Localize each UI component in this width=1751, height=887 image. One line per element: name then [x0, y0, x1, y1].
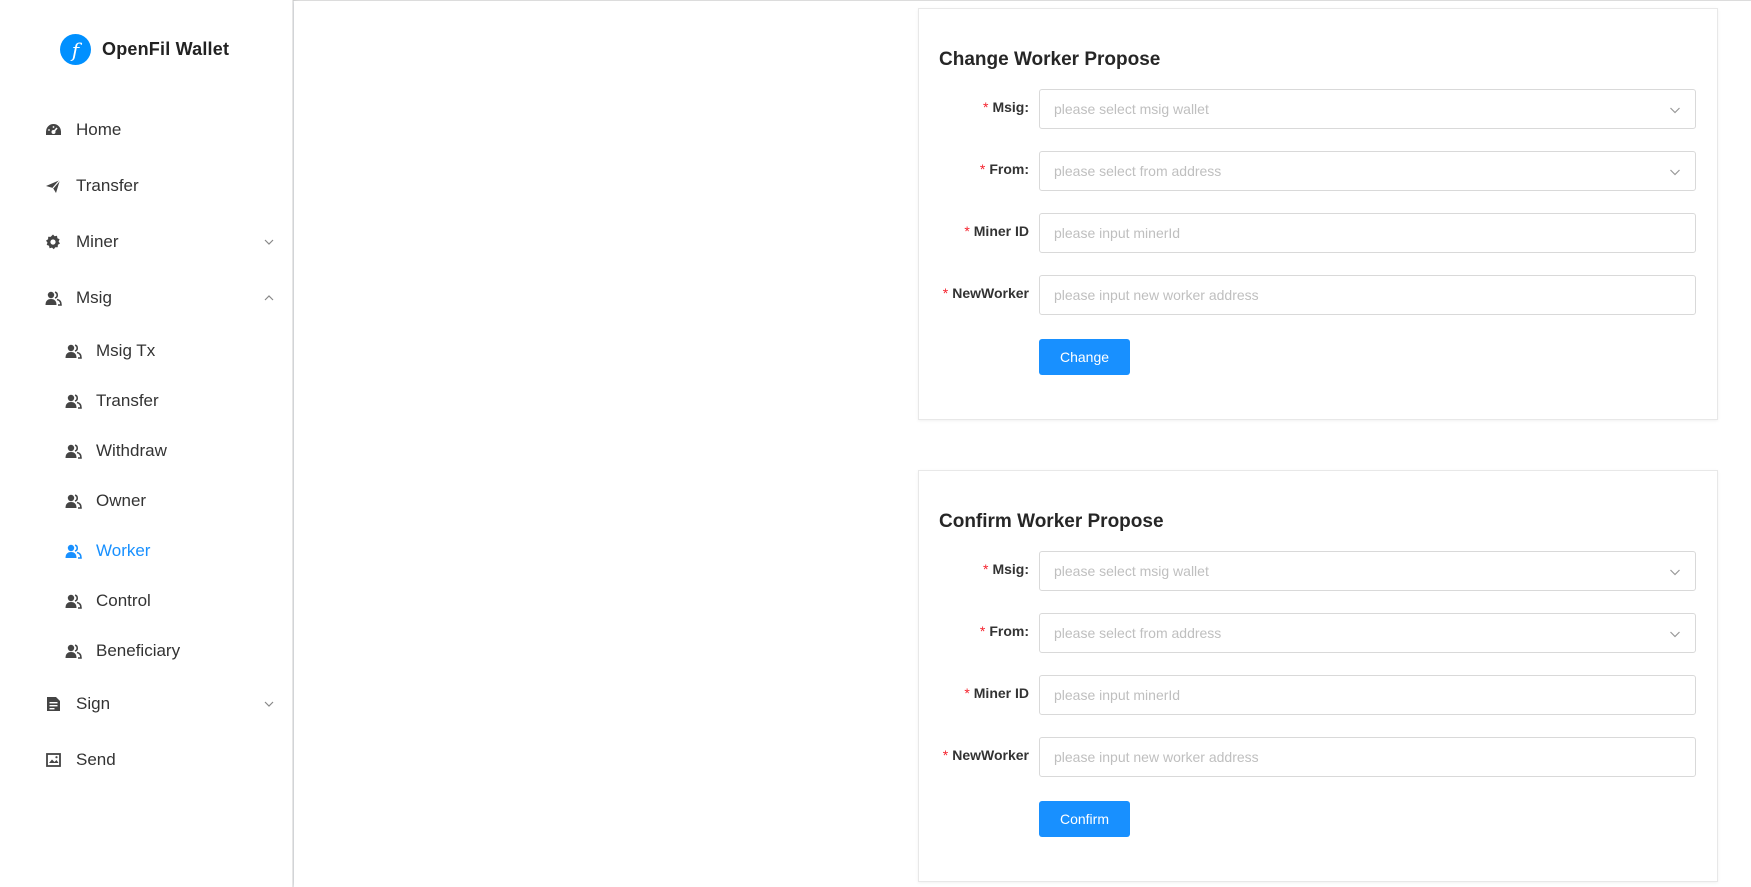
- sidebar-item-label: Msig: [76, 288, 112, 307]
- sidebar-subitem-beneficiary[interactable]: Beneficiary: [0, 631, 292, 671]
- sidebar-item-msig[interactable]: Msig: [0, 278, 292, 318]
- send-icon: [44, 177, 62, 195]
- required-mark: *: [982, 99, 989, 115]
- users-icon: [64, 642, 82, 660]
- sidebar-item-miner[interactable]: Miner: [0, 222, 292, 262]
- sidebar-subitem-msig-tx[interactable]: Msig Tx: [0, 331, 292, 371]
- input-placeholder: please input minerId: [1054, 687, 1181, 703]
- required-mark: *: [979, 161, 986, 177]
- miner-id-input[interactable]: please input minerId: [1039, 213, 1696, 253]
- required-mark: *: [964, 223, 970, 239]
- chevron-down-icon: [264, 701, 274, 707]
- chevron-up-icon: [264, 295, 274, 301]
- select-placeholder: please select msig wallet: [1054, 563, 1209, 579]
- sidebar-item-label: Msig Tx: [96, 341, 156, 360]
- label-text: NewWorker: [952, 285, 1029, 301]
- miner-id-label: * Miner ID: [964, 223, 1029, 239]
- file-icon: [44, 695, 62, 713]
- change-worker-card: Change Worker Propose * Msig: please sele…: [918, 8, 1718, 420]
- new-worker-input[interactable]: please input new worker address: [1039, 275, 1696, 315]
- main-content: Change Worker Propose * Msig: please sele…: [294, 1, 1751, 887]
- required-mark: *: [979, 623, 986, 639]
- new-worker-input[interactable]: please input new worker address: [1039, 737, 1696, 777]
- card-title: Confirm Worker Propose: [939, 511, 1164, 532]
- select-placeholder: please select from address: [1054, 163, 1222, 179]
- card-title: Change Worker Propose: [939, 49, 1161, 70]
- sidebar-item-send[interactable]: Send: [0, 740, 292, 780]
- input-placeholder: please input new worker address: [1054, 287, 1259, 303]
- from-select[interactable]: please select from address: [1039, 613, 1696, 653]
- label-text: From:: [989, 623, 1029, 639]
- miner-id-input[interactable]: please input minerId: [1039, 675, 1696, 715]
- required-mark: *: [982, 561, 989, 577]
- input-placeholder: please input new worker address: [1054, 749, 1259, 765]
- label-text: Miner ID: [973, 223, 1029, 239]
- from-select[interactable]: please select from address: [1039, 151, 1696, 191]
- miner-id-label: * Miner ID: [964, 685, 1029, 701]
- users-icon: [64, 592, 82, 610]
- sidebar-subitem-owner[interactable]: Owner: [0, 481, 292, 521]
- sidebar-subitem-worker[interactable]: Worker: [0, 531, 292, 571]
- required-mark: *: [942, 285, 949, 301]
- change-button[interactable]: Change: [1039, 339, 1130, 375]
- sidebar-item-label: Sign: [76, 694, 111, 713]
- confirm-button[interactable]: Confirm: [1039, 801, 1130, 837]
- image-icon: [44, 751, 62, 769]
- users-icon: [64, 442, 82, 460]
- filecoin-logo-icon: f: [60, 34, 91, 65]
- sidebar-item-label: Withdraw: [96, 441, 167, 460]
- select-placeholder: please select from address: [1054, 625, 1222, 641]
- sidebar-subitem-transfer[interactable]: Transfer: [0, 381, 292, 421]
- chevron-down-icon: [264, 239, 274, 245]
- msig-select[interactable]: please select msig wallet: [1039, 551, 1696, 591]
- sidebar: f OpenFil Wallet Home Transfer Miner Msi…: [0, 0, 293, 887]
- sidebar-item-label: Beneficiary: [96, 641, 181, 660]
- app-logo[interactable]: f OpenFil Wallet: [60, 34, 229, 65]
- sidebar-item-transfer[interactable]: Transfer: [0, 166, 292, 206]
- msig-select[interactable]: please select msig wallet: [1039, 89, 1696, 129]
- users-icon: [64, 392, 82, 410]
- dashboard-icon: [44, 121, 62, 139]
- required-mark: *: [964, 685, 970, 701]
- chevron-down-icon: [1670, 107, 1680, 114]
- gear-icon: [44, 233, 62, 251]
- users-icon: [64, 542, 82, 560]
- sidebar-item-label: Worker: [96, 541, 151, 560]
- sidebar-item-sign[interactable]: Sign: [0, 684, 292, 724]
- sidebar-item-label: Transfer: [96, 391, 159, 410]
- new-worker-label: * NewWorker: [943, 747, 1029, 763]
- sidebar-item-label: Owner: [96, 491, 147, 510]
- label-text: From:: [989, 161, 1029, 177]
- from-label: * From:: [980, 161, 1029, 177]
- select-placeholder: please select msig wallet: [1054, 101, 1209, 117]
- new-worker-label: * NewWorker: [943, 285, 1029, 301]
- label-text: Msig:: [992, 561, 1029, 577]
- chevron-down-icon: [1670, 631, 1680, 638]
- chevron-down-icon: [1670, 569, 1680, 576]
- sidebar-subitem-withdraw[interactable]: Withdraw: [0, 431, 292, 471]
- label-text: Miner ID: [973, 685, 1029, 701]
- users-icon: [44, 289, 62, 307]
- sidebar-item-label: Transfer: [76, 176, 139, 195]
- input-placeholder: please input minerId: [1054, 225, 1181, 241]
- confirm-worker-card: Confirm Worker Propose * Msig: please sel…: [918, 470, 1718, 882]
- users-icon: [64, 492, 82, 510]
- required-mark: *: [942, 747, 949, 763]
- msig-label: * Msig:: [983, 99, 1029, 115]
- sidebar-item-label: Home: [76, 120, 122, 139]
- sidebar-item-home[interactable]: Home: [0, 110, 292, 150]
- sidebar-item-label: Miner: [76, 232, 119, 251]
- label-text: Msig:: [992, 99, 1029, 115]
- sidebar-subitem-control[interactable]: Control: [0, 581, 292, 621]
- label-text: NewWorker: [952, 747, 1029, 763]
- sidebar-item-label: Send: [76, 750, 116, 769]
- chevron-down-icon: [1670, 169, 1680, 176]
- users-icon: [64, 342, 82, 360]
- sidebar-item-label: Control: [96, 591, 151, 610]
- msig-label: * Msig:: [983, 561, 1029, 577]
- app-title: OpenFil Wallet: [102, 39, 230, 59]
- from-label: * From:: [980, 623, 1029, 639]
